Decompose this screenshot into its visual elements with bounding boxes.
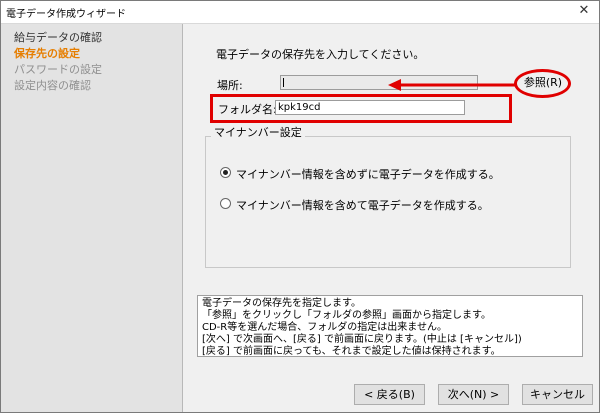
help-line: [戻る] で前画面に戻っても、それまで設定した値は保持されます。 xyxy=(202,346,501,357)
step-salary-data-check: 給与データの確認 xyxy=(14,31,102,44)
back-button[interactable]: < 戻る(B) xyxy=(354,384,425,405)
folder-name-label: フォルダ名: xyxy=(218,103,277,116)
radio-include-mynumber[interactable] xyxy=(220,198,231,209)
title-bar: 電子データ作成ウィザード ✕ xyxy=(1,1,599,24)
folder-name-input[interactable]: kpk19cd xyxy=(275,100,465,115)
mynumber-group-title: マイナンバー設定 xyxy=(211,124,305,140)
wizard-window: 電子データ作成ウィザード ✕ 給与データの確認 保存先の設定 パスワードの設定 … xyxy=(0,0,600,413)
radio-exclude-mynumber[interactable] xyxy=(220,167,231,178)
wizard-steps-sidebar: 給与データの確認 保存先の設定 パスワードの設定 設定内容の確認 xyxy=(1,24,183,412)
location-label: 場所: xyxy=(217,79,243,92)
option-include-mynumber-label[interactable]: マイナンバー情報を含めて電子データを作成する。 xyxy=(236,197,489,213)
cancel-button[interactable]: キャンセル xyxy=(522,384,593,405)
help-line: 電子データの保存先を指定します。 xyxy=(202,298,361,309)
annotation-arrow-icon xyxy=(388,79,516,91)
help-line: CD-R等を選んだ場合、フォルダの指定は出来ません。 xyxy=(202,322,447,333)
step-confirm-settings: 設定内容の確認 xyxy=(14,79,91,92)
option-exclude-mynumber-label[interactable]: マイナンバー情報を含めずに電子データを作成する。 xyxy=(236,166,500,182)
help-line: [次へ] で次画面へ、[戻る] で前画面に戻ります。(中止は [キャンセル]) xyxy=(202,334,522,345)
step-password: パスワードの設定 xyxy=(14,63,102,76)
instruction-text: 電子データの保存先を入力してください。 xyxy=(216,48,425,61)
help-text-box: 電子データの保存先を指定します。 「参照」をクリックし「フォルダの参照」画面から… xyxy=(197,295,583,357)
close-icon[interactable]: ✕ xyxy=(569,1,599,22)
main-panel: 電子データの保存先を入力してください。 場所: 参照(R) フォルダ名: kpk… xyxy=(183,24,599,412)
text-caret xyxy=(283,78,284,87)
help-line: 「参照」をクリックし「フォルダの参照」画面から指定します。 xyxy=(202,310,491,321)
annotation-oval xyxy=(514,69,571,98)
window-title: 電子データ作成ウィザード xyxy=(6,9,126,20)
next-button[interactable]: 次へ(N) > xyxy=(438,384,509,405)
step-save-location: 保存先の設定 xyxy=(14,47,80,60)
